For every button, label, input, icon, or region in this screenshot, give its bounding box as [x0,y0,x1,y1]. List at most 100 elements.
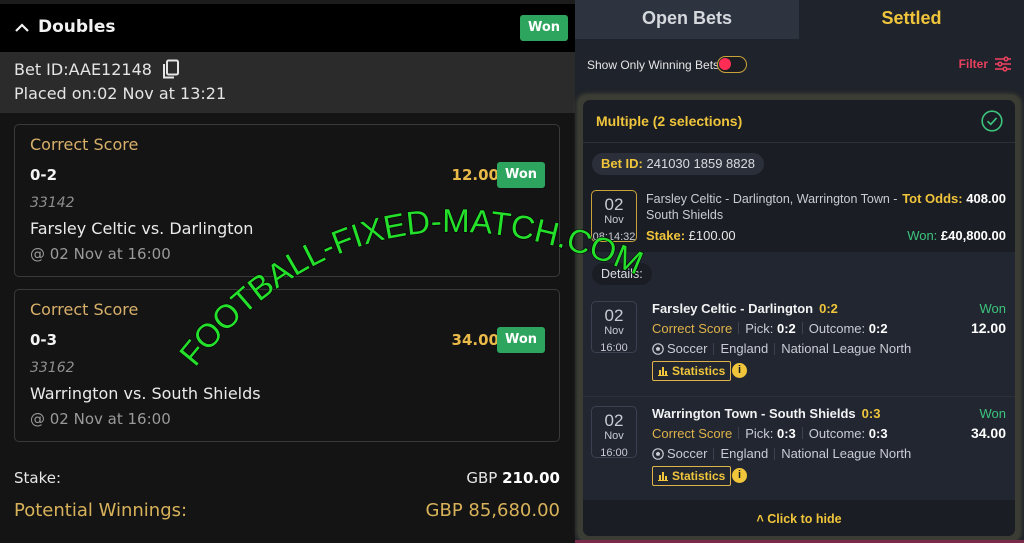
date-time: 08:14:32 [592,231,636,243]
bet-type-title: Doubles [38,17,116,37]
leg-pick-row: Correct Score Pick: 0:3 Outcome: 0:3 [652,426,888,441]
date-day: 02 [604,411,624,430]
bet-won: Won: £40,800.00 [907,228,1006,243]
statistics-label: Statistics [672,468,726,483]
leg-odds: 34.00 [970,425,1006,441]
pick-label: Pick: [745,321,774,336]
divider [774,342,776,355]
divider [738,427,740,439]
leg-odds: 12.00 [970,320,1006,336]
outcome-value: 0:3 [868,426,888,441]
leg-league-row: Soccer England National League North [652,446,911,461]
date-time: 16:00 [600,447,628,459]
leg-date-box: 02 Nov 16:00 [591,301,637,354]
chevron-up-icon: ˄ [756,512,764,526]
leg-country: England [720,446,769,461]
chevron-up-icon[interactable] [14,20,30,36]
total-odds-label: Tot Odds: [902,191,963,206]
leg-country: England [720,341,769,356]
selection-card: Correct Score 0-2 12.00 Won 33142 Farsle… [14,124,560,277]
leg-result: 0:3 [861,406,881,421]
leg-league: National League North [781,446,912,461]
stake-label: Stake: [646,228,686,243]
date-month: Nov [604,325,624,337]
soccer-ball-icon [652,342,664,355]
soccer-ball-icon [652,447,664,460]
copy-icon[interactable] [162,59,180,79]
bar-chart-icon [658,472,668,481]
stake-currency: GBP [466,469,498,487]
divider [774,447,776,460]
bet-card-title: Multiple (2 selections) [596,113,743,129]
status-badge: Won [520,15,569,41]
statistics-button[interactable]: Statistics [652,361,732,381]
stake-value: £100.00 [688,228,736,243]
pick-label: Pick: [745,426,774,441]
details-label: Details: [592,263,652,285]
status-badge: Won [496,162,545,188]
multiple-bet-card: Multiple (2 selections) Bet ID: 241030 1… [583,100,1015,536]
leg-status: Won [979,406,1007,421]
statistics-button[interactable]: Statistics [652,466,732,486]
tab-open-bets[interactable]: Open Bets [575,0,799,39]
left-bet-panel: Doubles Won Bet ID:AAE12148 Placed on:02… [0,0,575,543]
click-to-hide-button[interactable]: ˄ Click to hide [583,502,1015,536]
event-code: 33162 [30,360,75,376]
divider [738,322,740,334]
leg-row: 02 Nov 16:00 Warrington Town - South Shi… [583,396,1015,500]
filter-button[interactable]: Filter [959,56,1012,72]
bet-card-header: Multiple (2 selections) [583,100,1015,143]
match-time: @ 02 Nov at 16:00 [30,245,171,263]
stake-amount: 210.00 [502,469,560,487]
bet-summary: 02 Nov 08:14:32 Farsley Celtic - Darling… [583,182,1015,252]
leg-result: 0:2 [819,301,838,316]
doubles-header[interactable]: Doubles Won [0,4,575,52]
placed-on: Placed on:02 Nov at 13:21 [14,84,227,103]
bar-chart-icon [658,367,668,376]
filter-bar: Show Only Winning Bets Filter [575,39,1024,91]
match-teams: Farsley Celtic vs. Darlington [30,219,254,238]
selection-score: 0-3 [30,331,58,349]
right-bet-panel: Open Bets Settled Show Only Winning Bets… [575,0,1024,543]
bet-stake: Stake: £100.00 [646,228,736,243]
pick-value: 0:2 [777,321,796,336]
outcome-label: Outcome: [808,426,866,441]
selection-odds: 34.00 [451,331,499,349]
bet-info: Bet ID:AAE12148 Placed on:02 Nov at 13:2… [0,52,575,113]
leg-pick-row: Correct Score Pick: 0:2 Outcome: 0:2 [652,321,888,336]
selection-odds: 12.00 [451,166,499,184]
selection-card: Correct Score 0-3 34.00 Won 33162 Warrin… [14,289,560,442]
winnings-value: GBP 85,680.00 [425,500,560,521]
bet-id-row: Bet ID:AAE12148 [14,59,180,79]
placed-date-box: 02 Nov 08:14:32 [591,190,637,243]
date-day: 02 [604,195,624,214]
status-badge: Won [496,327,545,353]
leg-market: Correct Score [652,321,733,336]
won-value: £40,800.00 [940,228,1006,243]
divider [801,322,803,334]
bet-id-label: Bet ID: [601,156,643,171]
hide-label: Click to hide [767,512,842,526]
leg-title: Farsley Celtic - Darlington 0:2 [652,301,838,316]
bet-id-value: 241030 1859 8828 [646,156,755,171]
divider [713,342,715,355]
leg-league: National League North [781,341,912,356]
date-time: 16:00 [600,342,628,354]
winning-bets-toggle[interactable] [717,56,747,73]
winnings-label: Potential Winnings: [14,500,188,521]
stake-value: GBP 210.00 [466,469,560,487]
leg-title: Warrington Town - South Shields 0:3 [652,406,880,421]
leg-row: 02 Nov 16:00 Farsley Celtic - Darlington… [583,292,1015,396]
info-icon[interactable]: i [732,363,747,378]
selection-score: 0-2 [30,166,58,184]
match-time: @ 02 Nov at 16:00 [30,410,171,428]
leg-league-row: Soccer England National League North [652,341,911,356]
market-name: Correct Score [30,300,139,319]
tab-settled[interactable]: Settled [799,0,1024,39]
stake-label: Stake: [14,469,62,487]
outcome-label: Outcome: [808,321,866,336]
bet-id: Bet ID:AAE12148 [14,59,152,79]
leg-market: Correct Score [652,426,733,441]
info-icon[interactable]: i [732,468,747,483]
date-month: Nov [604,214,624,226]
